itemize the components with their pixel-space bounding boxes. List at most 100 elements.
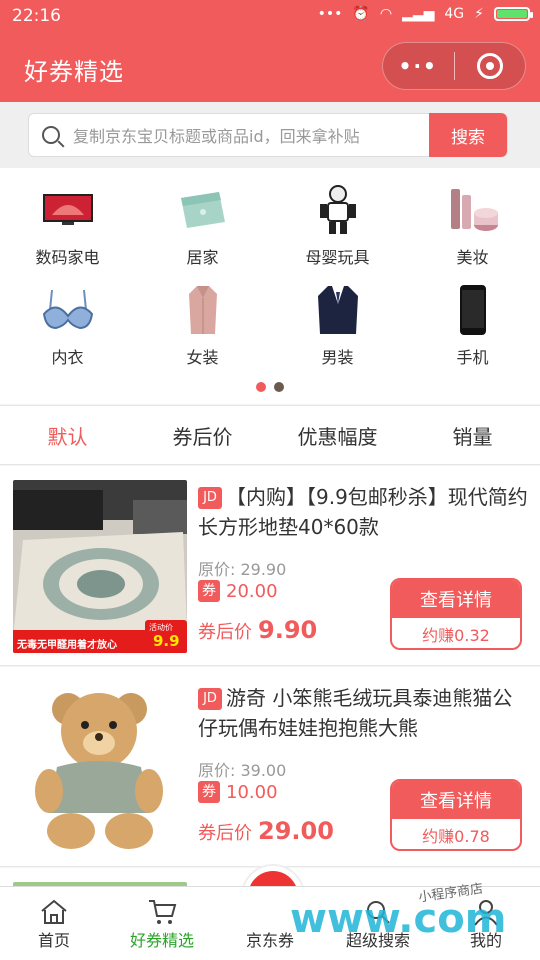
coupon-value: 10.00 xyxy=(226,781,278,803)
signal-icon: ▂▃▅ xyxy=(402,6,435,22)
robot-toy-icon xyxy=(310,184,366,236)
home-icon xyxy=(0,897,108,927)
target-icon xyxy=(476,53,503,79)
earn-amount: 约赚0.78 xyxy=(422,827,490,846)
product-title-text: 【内购】【9.9包邮秒杀】现代简约长方形地垫40*60款 xyxy=(198,485,528,539)
tab-label: 我的 xyxy=(469,931,502,950)
jd-badge: JD xyxy=(198,487,222,509)
category-men[interactable]: 男装 xyxy=(270,284,405,368)
product-image-banner: 无毒无甲醛用着才放心 xyxy=(17,640,117,651)
close-program-button[interactable] xyxy=(455,53,526,79)
network-label: 4G xyxy=(444,6,465,22)
tab-sort-default[interactable]: 默认 xyxy=(0,406,135,464)
bra-icon xyxy=(40,284,96,336)
original-price: 原价: 39.00 xyxy=(198,761,287,780)
category-label: 数码家电 xyxy=(35,248,100,267)
mini-program-capsule: •·• xyxy=(382,42,526,90)
product-item[interactable]: 无毒无甲醛用着才放心 活动价 9.9 JD 【内购】【9.9包邮秒杀】现代简约长方… xyxy=(0,466,540,666)
category-home[interactable]: 居家 xyxy=(135,184,270,268)
product-item[interactable]: JD 游奇 小笨熊毛绒玩具泰迪熊猫公仔玩偶布娃娃抱抱熊大熊 原价: 39.00 券… xyxy=(0,667,540,867)
category-label: 居家 xyxy=(186,248,219,267)
jd-badge: JD xyxy=(198,688,222,710)
view-detail-label: 查看详情 xyxy=(392,781,520,819)
view-detail-button[interactable]: 查看详情 约赚0.32 xyxy=(390,578,522,650)
coupon-amount: 券 20.00 xyxy=(198,580,278,602)
more-menu-button[interactable]: •·• xyxy=(383,54,454,78)
category-label: 美妆 xyxy=(456,248,489,267)
user-icon xyxy=(432,897,540,927)
after-price-value: 29.00 xyxy=(258,817,334,845)
status-bar: 22:16 ••• ⏰ ◠ ▂▃▅ 4G ⚡ xyxy=(0,0,540,32)
after-price-label: 券后价 xyxy=(198,622,252,643)
category-underwear[interactable]: 内衣 xyxy=(0,284,135,368)
tab-label: 好券精选 xyxy=(129,931,194,950)
pager-dot-active[interactable] xyxy=(256,382,266,392)
search-button[interactable]: 搜索 xyxy=(429,113,507,157)
coat-icon xyxy=(175,284,231,336)
category-phone[interactable]: 手机 xyxy=(405,284,540,368)
suit-icon xyxy=(310,284,366,336)
product-title-text: 游奇 小笨熊毛绒玩具泰迪熊猫公仔玩偶布娃娃抱抱熊大熊 xyxy=(198,686,513,740)
alarm-icon: ⏰ xyxy=(352,6,370,22)
tab-home[interactable]: 首页 xyxy=(0,887,108,960)
app-header: 好券精选 •·• xyxy=(0,32,540,102)
after-price-value: 9.90 xyxy=(258,616,318,644)
search-icon xyxy=(29,126,73,144)
bottom-tab-bar: 首页 好券精选 京东券 超级搜索 我的 xyxy=(0,886,540,960)
cosmetics-icon xyxy=(445,184,501,236)
coupon-tag: 券 xyxy=(198,580,220,602)
after-price-label: 券后价 xyxy=(198,823,252,844)
tab-label: 京东券 xyxy=(245,931,294,950)
phone-icon xyxy=(445,284,501,336)
charging-icon: ⚡ xyxy=(474,6,484,22)
status-time: 22:16 xyxy=(12,6,61,26)
tab-sort-discount[interactable]: 优惠幅度 xyxy=(270,406,405,464)
category-label: 男装 xyxy=(321,348,354,367)
coupon-tag: 券 xyxy=(198,781,220,803)
tv-icon xyxy=(40,184,96,236)
search-bar: 复制京东宝贝标题或商品id，回来拿补贴 搜索 xyxy=(0,102,540,168)
tab-jd-coupons[interactable]: 京东券 xyxy=(216,887,324,960)
banner-price: 9.9 xyxy=(153,632,180,650)
tab-mine[interactable]: 我的 xyxy=(432,887,540,960)
pager-dot[interactable] xyxy=(274,382,284,392)
page-title: 好券精选 xyxy=(24,58,124,86)
cart-icon xyxy=(108,897,216,927)
tab-coupons[interactable]: 好券精选 xyxy=(108,887,216,960)
tab-label: 超级搜索 xyxy=(345,931,410,950)
category-beauty[interactable]: 美妆 xyxy=(405,184,540,268)
coupon-amount: 券 10.00 xyxy=(198,781,278,803)
category-label: 手机 xyxy=(456,348,489,367)
status-icons: ••• ⏰ ◠ ▂▃▅ 4G ⚡ xyxy=(317,6,533,22)
more-dots-icon: ••• xyxy=(317,6,343,22)
view-detail-button[interactable]: 查看详情 约赚0.78 xyxy=(390,779,522,851)
towel-icon xyxy=(175,184,231,236)
wifi-icon: ◠ xyxy=(379,6,393,22)
coupon-value: 20.00 xyxy=(226,580,278,602)
category-digital[interactable]: 数码家电 xyxy=(0,184,135,268)
battery-icon xyxy=(494,7,533,21)
search-icon xyxy=(324,897,432,927)
tab-sort-sales[interactable]: 销量 xyxy=(405,406,540,464)
category-label: 母婴玩具 xyxy=(305,248,370,267)
search-box[interactable]: 复制京东宝贝标题或商品id，回来拿补贴 搜索 xyxy=(28,113,508,157)
category-grid: 数码家电 居家 母婴玩具 美妆 内衣 女装 男装 手机 xyxy=(0,168,540,404)
tab-super-search[interactable]: 超级搜索 xyxy=(324,887,432,960)
view-detail-label: 查看详情 xyxy=(392,580,520,618)
earn-amount: 约赚0.32 xyxy=(422,626,490,645)
tab-label: 首页 xyxy=(37,931,70,950)
product-image[interactable] xyxy=(13,681,187,854)
sort-tabs: 默认 券后价 优惠幅度 销量 xyxy=(0,405,540,465)
product-title[interactable]: JD 游奇 小笨熊毛绒玩具泰迪熊猫公仔玩偶布娃娃抱抱熊大熊 xyxy=(198,683,528,743)
after-coupon-price: 券后价 9.90 xyxy=(198,616,317,644)
original-price: 原价: 29.90 xyxy=(198,560,287,579)
category-women[interactable]: 女装 xyxy=(135,284,270,368)
search-input[interactable]: 复制京东宝贝标题或商品id，回来拿补贴 xyxy=(73,123,429,147)
product-title[interactable]: JD 【内购】【9.9包邮秒杀】现代简约长方形地垫40*60款 xyxy=(198,482,528,542)
category-label: 女装 xyxy=(186,348,219,367)
tab-sort-after-price[interactable]: 券后价 xyxy=(135,406,270,464)
product-image[interactable]: 无毒无甲醛用着才放心 活动价 9.9 xyxy=(13,480,187,653)
category-pager xyxy=(0,382,540,392)
category-toys[interactable]: 母婴玩具 xyxy=(270,184,405,268)
after-coupon-price: 券后价 29.00 xyxy=(198,817,334,845)
